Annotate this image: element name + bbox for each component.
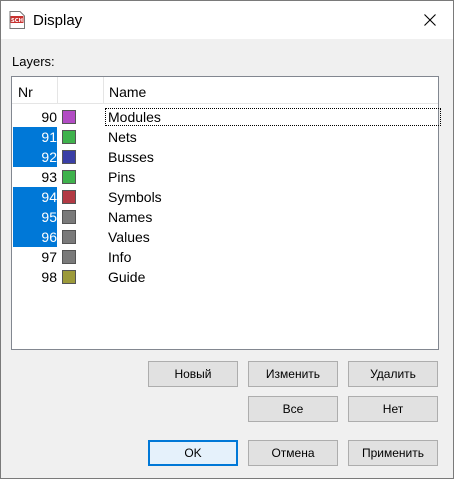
delete-button[interactable]: Удалить bbox=[348, 361, 438, 387]
layer-name: Guide bbox=[108, 269, 146, 285]
layer-row[interactable]: 92 Busses bbox=[13, 147, 439, 167]
select-all-button[interactable]: Все bbox=[248, 396, 338, 422]
layer-color-swatch bbox=[62, 150, 76, 164]
svg-text:SCH: SCH bbox=[11, 18, 23, 24]
layer-name: Values bbox=[108, 229, 150, 245]
layer-color-swatch bbox=[62, 130, 76, 144]
column-divider[interactable] bbox=[103, 77, 104, 104]
layer-number: 92 bbox=[13, 147, 57, 167]
window-title: Display bbox=[33, 12, 83, 29]
layer-color-swatch bbox=[62, 210, 76, 224]
layer-row[interactable]: 97 Info bbox=[13, 247, 439, 267]
list-header: Nr Name bbox=[12, 77, 438, 104]
layer-color-swatch bbox=[62, 110, 76, 124]
layer-number: 97 bbox=[41, 249, 57, 265]
layer-color-swatch bbox=[62, 190, 76, 204]
apply-button[interactable]: Применить bbox=[348, 440, 438, 466]
layer-name: Info bbox=[108, 249, 132, 265]
close-button[interactable] bbox=[407, 1, 453, 39]
column-divider[interactable] bbox=[57, 77, 58, 104]
layer-name: Pins bbox=[108, 169, 136, 185]
cancel-button[interactable]: Отмена bbox=[248, 440, 338, 466]
layer-row[interactable]: 98 Guide bbox=[13, 267, 439, 287]
layer-row[interactable]: 96 Values bbox=[13, 227, 439, 247]
layers-label: Layers: bbox=[12, 54, 55, 69]
close-icon bbox=[424, 14, 436, 26]
layer-row[interactable]: 95 Names bbox=[13, 207, 439, 227]
layer-number: 95 bbox=[13, 207, 57, 227]
layer-row[interactable]: 93 Pins bbox=[13, 167, 439, 187]
layer-number: 98 bbox=[41, 269, 57, 285]
sch-app-icon: SCH bbox=[9, 11, 25, 29]
new-button[interactable]: Новый bbox=[148, 361, 238, 387]
layer-number: 93 bbox=[41, 169, 57, 185]
layer-number: 96 bbox=[13, 227, 57, 247]
layer-row[interactable]: 91 Nets bbox=[13, 127, 439, 147]
layer-number: 91 bbox=[13, 127, 57, 147]
layers-list[interactable]: Nr Name 90 Modules 91 Nets 92 Busses 93 Pins 94 S… bbox=[11, 76, 441, 350]
layer-number: 90 bbox=[41, 109, 57, 125]
column-header-name[interactable]: Name bbox=[109, 84, 146, 100]
layer-color-swatch bbox=[62, 270, 76, 284]
layer-name: Busses bbox=[108, 149, 154, 165]
layer-row[interactable]: 94 Symbols bbox=[13, 187, 439, 207]
layer-name: Nets bbox=[108, 129, 137, 145]
layer-row[interactable]: 90 Modules bbox=[13, 107, 441, 127]
layer-name: Symbols bbox=[108, 189, 162, 205]
column-header-nr[interactable]: Nr bbox=[18, 84, 33, 100]
select-none-button[interactable]: Нет bbox=[348, 396, 438, 422]
layer-color-swatch bbox=[62, 250, 76, 264]
layer-color-swatch bbox=[62, 230, 76, 244]
display-dialog: SCH Display Layers: Nr Name 90 Modules 91 N… bbox=[0, 0, 454, 479]
layer-color-swatch bbox=[62, 170, 76, 184]
change-button[interactable]: Изменить bbox=[248, 361, 338, 387]
ok-button[interactable]: OK bbox=[148, 440, 238, 466]
focus-rectangle bbox=[105, 108, 441, 126]
title-bar: SCH Display bbox=[1, 1, 453, 39]
layer-name: Names bbox=[108, 209, 153, 225]
layer-number: 94 bbox=[13, 187, 57, 207]
